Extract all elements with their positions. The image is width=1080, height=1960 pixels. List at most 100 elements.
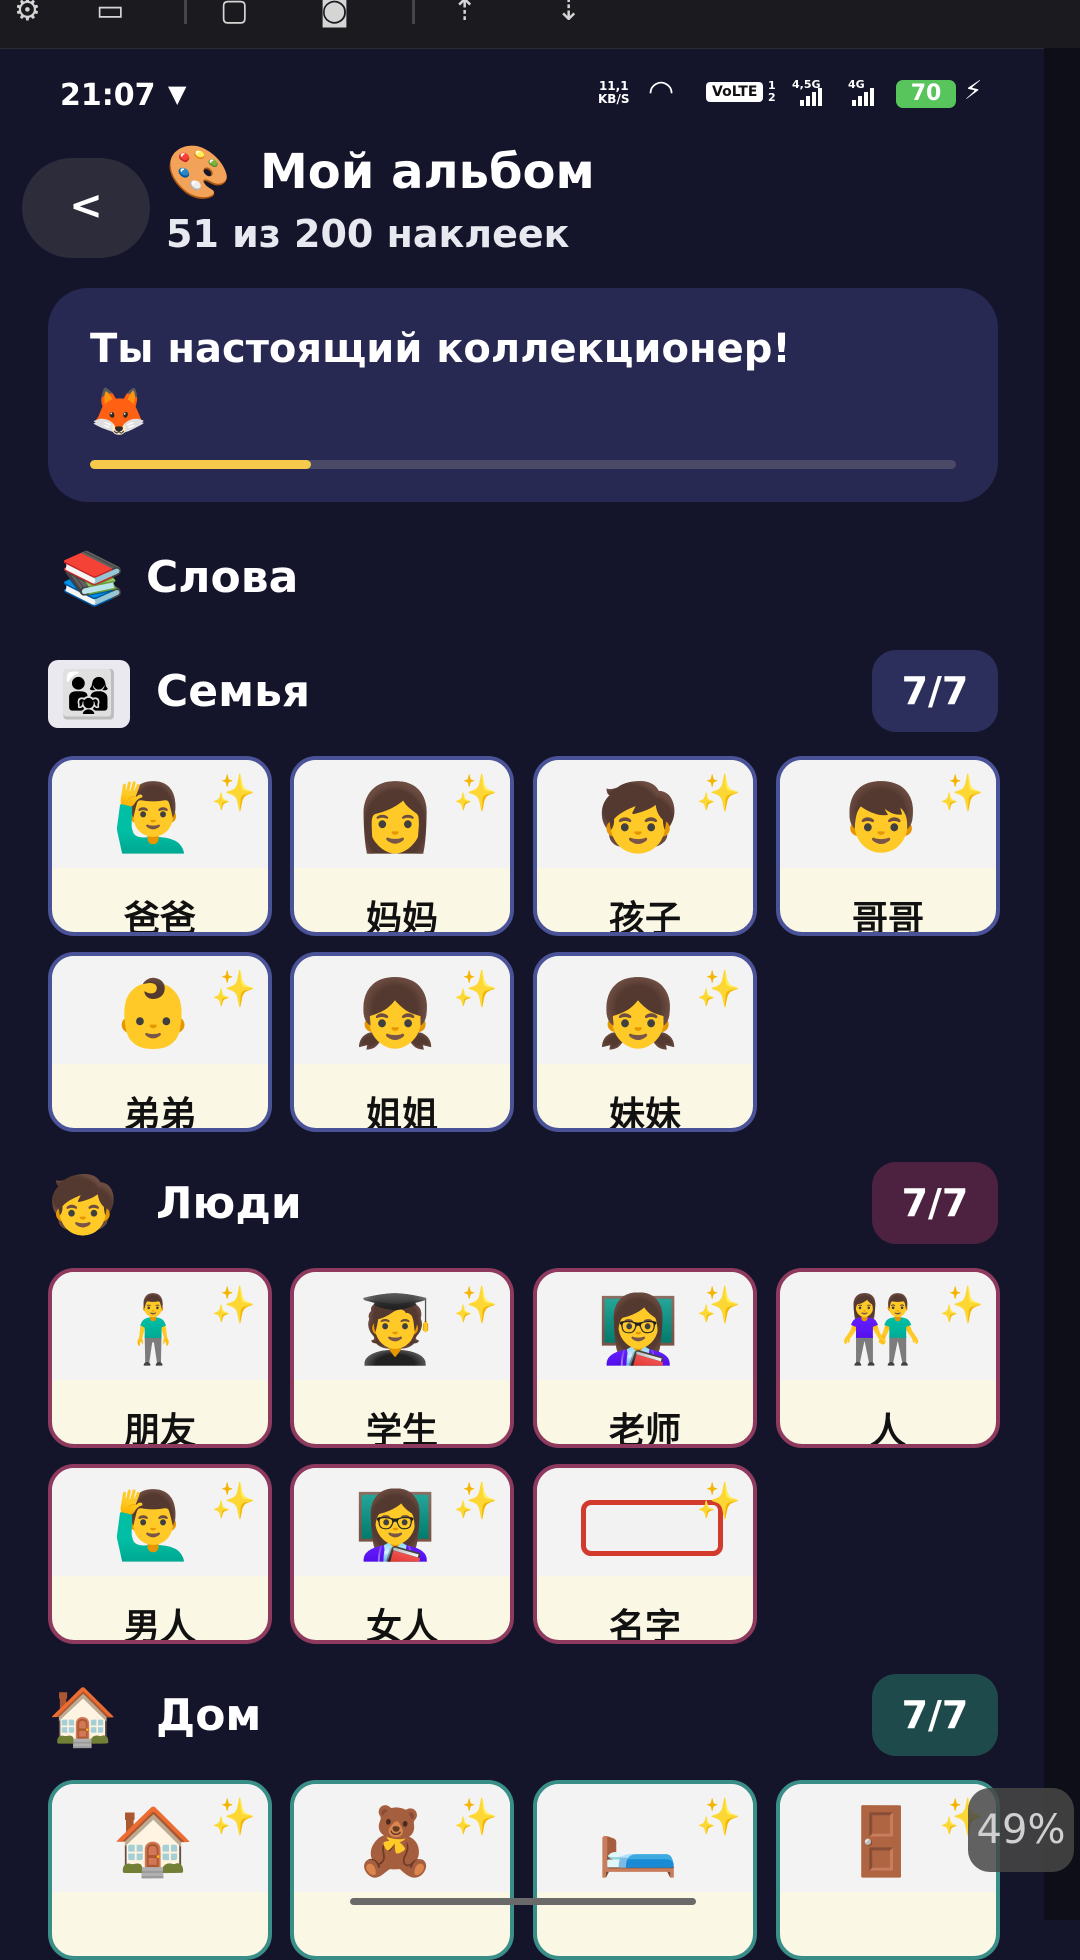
sticker-image: 🧸 ✨ [294, 1784, 510, 1892]
category-icon: 🧒 [48, 1173, 118, 1238]
toolbar-divider [412, 0, 415, 24]
sparkle-icon: ✨ [453, 1285, 498, 1326]
sticker-card[interactable]: ✨ 名字 [533, 1464, 757, 1644]
sticker-figure-icon: 🛏️ [597, 1803, 680, 1880]
sticker-card[interactable]: 👦 ✨ 哥哥 [776, 756, 1000, 936]
sticker-image: 🧍‍♂️ ✨ [52, 1272, 268, 1380]
sticker-figure-icon: 🙋‍♂️ [112, 779, 195, 856]
wifi-icon: ◠ [648, 74, 675, 109]
category-title: Семья [156, 666, 311, 717]
sticker-figure-icon: 👩‍🏫 [354, 1487, 437, 1564]
sticker-image: 🏠 ✨ [52, 1784, 268, 1892]
sparkle-icon: ✨ [696, 1797, 741, 1838]
net-speed: 11,1 KB/S [598, 80, 629, 106]
sticker-image: 🧒 ✨ [537, 760, 753, 868]
screen-icon[interactable]: ▢ [220, 0, 248, 26]
sticker-image: 🙋‍♂️ ✨ [52, 1468, 268, 1576]
sticker-card[interactable]: 🧒 ✨ 孩子 [533, 756, 757, 936]
download-icon[interactable]: ⇣ [556, 0, 581, 26]
sticker-card[interactable]: 🛏️ ✨ [533, 1780, 757, 1960]
sticker-word: 女人 [365, 1607, 438, 1644]
sticker-word: 人 [869, 1411, 906, 1448]
signal-icon [852, 88, 878, 106]
sticker-word: 老师 [608, 1411, 681, 1448]
sticker-image: 👩‍🏫 ✨ [537, 1272, 753, 1380]
sticker-image: 👦 ✨ [780, 760, 996, 868]
sticker-card[interactable]: 👶 ✨ 弟弟 [48, 952, 272, 1132]
sticker-card[interactable]: 🙋‍♂️ ✨ 男人 [48, 1464, 272, 1644]
category-icon: 🏠 [48, 1685, 118, 1750]
sparkle-icon: ✨ [453, 1481, 498, 1522]
sparkle-icon: ✨ [211, 1481, 256, 1522]
net-speed-unit: KB/S [598, 92, 630, 106]
sparkle-icon: ✨ [211, 969, 256, 1010]
sparkle-icon: ✨ [939, 773, 984, 814]
recorder-toolbar: ⚙ ▭ ▢ ◙ ⇡ ⇣ [0, 0, 1080, 49]
sticker-card[interactable]: 🙋‍♂️ ✨ 爸爸 [48, 756, 272, 936]
sticker-card[interactable]: 👩‍🏫 ✨ 老师 [533, 1268, 757, 1448]
battery-indicator: 70 [896, 80, 956, 108]
sticker-image: 👧 ✨ [294, 956, 510, 1064]
volte-badge: VoLTE [706, 82, 764, 102]
sparkle-icon: ✨ [696, 773, 741, 814]
fox-icon: 🦊 [90, 384, 148, 438]
sparkle-icon: ✨ [453, 1797, 498, 1838]
progress-fill [90, 460, 311, 469]
sticker-figure-icon: 🚪 [840, 1803, 923, 1880]
home-indicator[interactable] [350, 1898, 696, 1905]
sticker-image: 🙋‍♂️ ✨ [52, 760, 268, 868]
sticker-figure-icon: 👩 [354, 779, 437, 856]
palette-icon: 🎨 [166, 143, 231, 203]
gear-icon[interactable]: ⚙ [14, 0, 41, 26]
sticker-card[interactable]: 🏠 ✨ [48, 1780, 272, 1960]
sticker-image: 🚪 ✨ [780, 1784, 996, 1892]
sticker-card[interactable]: 👩 ✨ 妈妈 [290, 756, 514, 936]
category-count-badge: 7/7 [872, 650, 998, 732]
category-icon: 👨‍👩‍👧 [48, 660, 130, 728]
sparkle-icon: ✨ [453, 969, 498, 1010]
side-frame [1044, 48, 1080, 1920]
sticker-image: 👩‍🏫 ✨ [294, 1468, 510, 1576]
sticker-image: 👶 ✨ [52, 956, 268, 1064]
record-icon[interactable]: ◙ [320, 0, 349, 26]
sticker-image: 👫 ✨ [780, 1272, 996, 1380]
sticker-figure-icon: 🧸 [354, 1803, 437, 1880]
sticker-card[interactable]: 👧 ✨ 妹妹 [533, 952, 757, 1132]
sparkle-icon: ✨ [211, 1285, 256, 1326]
clock: 21:07 [60, 78, 156, 113]
sim2-label: 2 [768, 91, 776, 104]
sparkle-icon: ✨ [939, 1285, 984, 1326]
sticker-figure-icon: 👩‍🏫 [597, 1291, 680, 1368]
sticker-card[interactable]: 👩‍🏫 ✨ 女人 [290, 1464, 514, 1644]
sparkle-icon: ✨ [211, 773, 256, 814]
sticker-figure-icon: 🧒 [597, 779, 680, 856]
sparkle-icon: ✨ [696, 969, 741, 1010]
category-count-badge: 7/7 [872, 1674, 998, 1756]
mouse-icon[interactable]: ▭ [96, 0, 124, 26]
sticker-word: 妹妹 [608, 1095, 681, 1132]
sticker-image: 🧑‍🎓 ✨ [294, 1272, 510, 1380]
sticker-image: ✨ [537, 1468, 753, 1576]
page-title: Мой альбом [260, 144, 595, 200]
sparkle-icon: ✨ [696, 1285, 741, 1326]
progress-bar [90, 460, 956, 469]
sticker-image: 👩 ✨ [294, 760, 510, 868]
section-title: Слова [146, 552, 299, 603]
sticker-card[interactable]: 👫 ✨ 人 [776, 1268, 1000, 1448]
sticker-card[interactable]: 🧑‍🎓 ✨ 学生 [290, 1268, 514, 1448]
sticker-word: 朋友 [123, 1411, 196, 1448]
sticker-figure-icon: 👫 [840, 1291, 923, 1368]
signal-icon [800, 88, 826, 106]
sticker-card[interactable]: 🚪 ✨ [776, 1780, 1000, 1960]
sticker-figure-icon: 🧑‍🎓 [354, 1291, 437, 1368]
sticker-count: 51 из 200 наклеек [166, 212, 570, 256]
zoom-overlay[interactable]: 49% [968, 1788, 1074, 1872]
sticker-figure-icon: 👶 [112, 975, 195, 1052]
sticker-word: 名字 [608, 1607, 681, 1644]
back-button[interactable]: < [22, 158, 150, 258]
category-title: Дом [156, 1690, 262, 1741]
upload-icon[interactable]: ⇡ [452, 0, 477, 26]
sticker-card[interactable]: 👧 ✨ 姐姐 [290, 952, 514, 1132]
sticker-card[interactable]: 🧸 ✨ [290, 1780, 514, 1960]
sticker-card[interactable]: 🧍‍♂️ ✨ 朋友 [48, 1268, 272, 1448]
